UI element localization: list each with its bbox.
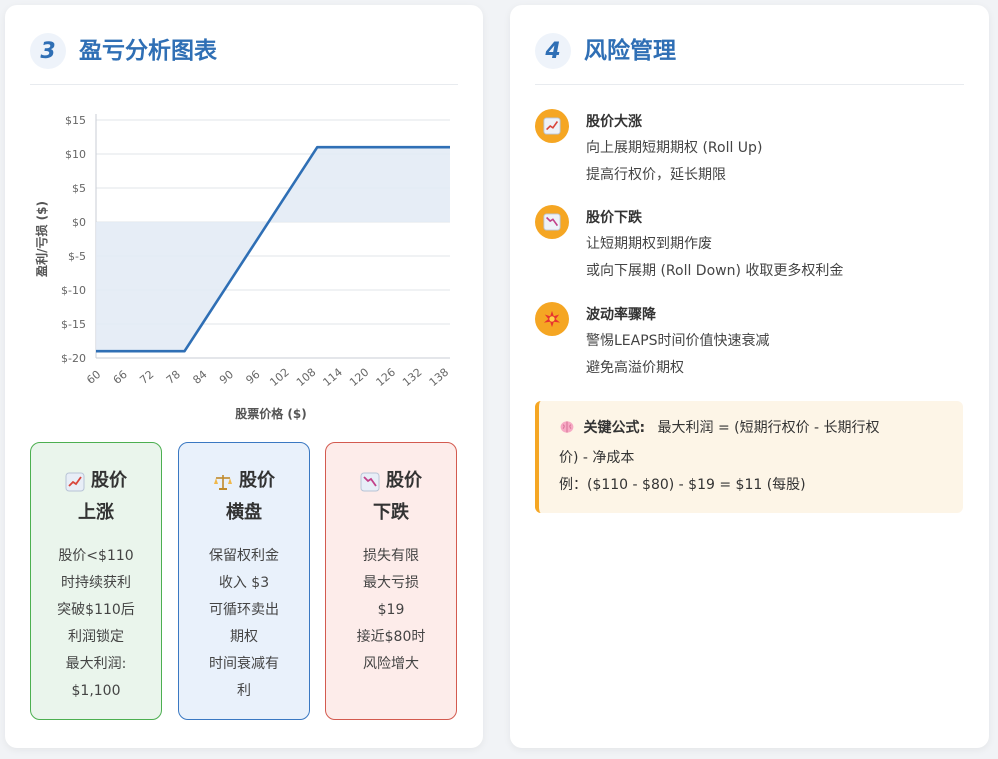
- y-tick-label: $0: [72, 216, 86, 229]
- y-tick-label: $5: [72, 182, 86, 195]
- section-title: 盈亏分析图表: [79, 38, 217, 64]
- scenario-line: 接近$80时: [356, 629, 426, 645]
- y-tick-label: $-15: [61, 318, 86, 331]
- formula-text: 最大利润 = (短期行权价 - 长期行权: [657, 420, 880, 436]
- scenario-line: 风险增大: [363, 656, 419, 672]
- scenario-line: 股价<$110: [58, 548, 134, 564]
- formula-label: 关键公式:: [583, 420, 646, 436]
- risk-line: 或向下展期 (Roll Down) 收取更多权利金: [586, 263, 844, 279]
- chart-up-icon: [65, 471, 85, 492]
- scenario-line: 可循环卖出: [209, 602, 279, 618]
- scenario-title-part2: 横盘: [226, 502, 262, 523]
- y-tick-label: $-20: [61, 352, 86, 365]
- scenario-line: 收入 $3: [218, 575, 270, 591]
- x-tick-label: 108: [294, 366, 318, 389]
- collision-icon: [535, 302, 569, 336]
- brain-icon: [559, 418, 575, 445]
- scenario-line: $19: [377, 602, 405, 618]
- scenario-title-part2: 上涨: [78, 502, 114, 523]
- balance-scale-icon: [213, 471, 233, 491]
- scenario-line: 最大利润:: [65, 656, 127, 672]
- x-tick-label: 132: [400, 366, 424, 389]
- x-tick-label: 96: [244, 368, 263, 387]
- risk-item-rise: 股价大涨 向上展期短期期权 (Roll Up) 提高行权价，延长期限: [535, 109, 762, 189]
- x-tick-label: 120: [347, 366, 371, 389]
- x-tick-label: 126: [374, 366, 398, 389]
- risk-line: 让短期期权到期作废: [586, 236, 712, 252]
- x-axis-title: 股票价格 ($): [235, 406, 307, 421]
- x-tick-label: 114: [320, 366, 344, 389]
- risk-management-card: 4 风险管理 股价大涨 向上展期短期期权 (Roll Up) 提高行权价，延长期…: [510, 5, 989, 748]
- x-tick-label: 102: [267, 366, 291, 389]
- chart-down-icon: [360, 471, 380, 492]
- scenario-line: 时间衰减有: [209, 656, 279, 672]
- y-tick-label: $15: [65, 114, 86, 127]
- section-title: 风险管理: [584, 38, 676, 64]
- scenario-card-rise: 股价 上涨 股价<$110 时持续获利 突破$110后 利润锁定 最大利润: $…: [30, 442, 162, 720]
- scenario-line: 时持续获利: [61, 575, 131, 591]
- y-tick-label: $-5: [68, 250, 86, 263]
- formula-text-cont: 价) - 净成本: [559, 450, 635, 466]
- scenario-line: 期权: [230, 629, 258, 645]
- risk-item-fall: 股价下跌 让短期期权到期作废 或向下展期 (Roll Down) 收取更多权利金: [535, 205, 843, 285]
- scenario-line: 突破$110后: [57, 602, 135, 618]
- x-tick-label: 84: [190, 368, 209, 387]
- risk-title: 股价下跌: [586, 210, 642, 226]
- risk-item-volatility: 波动率骤降 警惕LEAPS时间价值快速衰减 避免高溢价期权: [535, 302, 770, 382]
- section-header: 4 风险管理: [535, 33, 964, 85]
- scenario-line: 利: [237, 683, 251, 699]
- scenario-card-flat: 股价 横盘 保留权利金 收入 $3 可循环卖出 期权 时间衰减有 利: [178, 442, 310, 720]
- risk-line: 向上展期短期期权 (Roll Up): [586, 140, 763, 156]
- scenario-line: 保留权利金: [209, 548, 279, 564]
- risk-title: 波动率骤降: [586, 307, 656, 323]
- section-number: 4: [535, 33, 571, 69]
- risk-line: 警惕LEAPS时间价值快速衰减: [586, 333, 770, 349]
- chart-down-icon: [535, 205, 569, 239]
- pnl-area: [96, 147, 450, 352]
- section-number: 3: [30, 33, 66, 69]
- scenario-card-fall: 股价 下跌 损失有限 最大亏损 $19 接近$80时 风险增大: [325, 442, 457, 720]
- x-tick-label: 138: [427, 366, 451, 389]
- x-tick-label: 66: [111, 368, 130, 387]
- pnl-chart-card: 3 盈亏分析图表 $15 $10 $5 $0 $-5 $-10 $-15 $-20 60 66 72…: [5, 5, 483, 748]
- key-formula-box: 关键公式: 最大利润 = (短期行权价 - 长期行权 价) - 净成本 例：($…: [535, 401, 963, 513]
- pnl-line-chart: $15$10$5$0$-5$-10$-15$-2060 66 72 78 84 90 96 1…: [34, 114, 451, 421]
- scenario-title-part2: 下跌: [373, 502, 409, 523]
- scenario-line: 损失有限: [363, 548, 419, 564]
- scenario-title-part1: 股价: [239, 470, 275, 491]
- section-header: 3 盈亏分析图表: [30, 33, 458, 85]
- x-tick-label: 78: [164, 368, 183, 387]
- y-axis-title: 盈利/亏损 ($): [34, 201, 49, 278]
- x-tick-label: 72: [137, 368, 156, 387]
- scenario-line: $1,100: [71, 683, 121, 699]
- risk-line: 提高行权价，延长期限: [586, 167, 726, 183]
- scenario-title-part1: 股价: [386, 470, 422, 491]
- scenario-title-part1: 股价: [91, 470, 127, 491]
- scenario-line: 利润锁定: [68, 629, 124, 645]
- scenario-line: 最大亏损: [363, 575, 419, 591]
- x-tick-label: 60: [84, 368, 103, 387]
- chart-up-icon: [535, 109, 569, 143]
- risk-line: 避免高溢价期权: [586, 360, 684, 376]
- risk-title: 股价大涨: [586, 114, 642, 130]
- x-tick-label: 90: [217, 368, 236, 387]
- formula-example: 例：($110 - $80) - $19 = $11 (每股): [559, 477, 806, 493]
- y-tick-label: $10: [65, 148, 86, 161]
- y-tick-label: $-10: [61, 284, 86, 297]
